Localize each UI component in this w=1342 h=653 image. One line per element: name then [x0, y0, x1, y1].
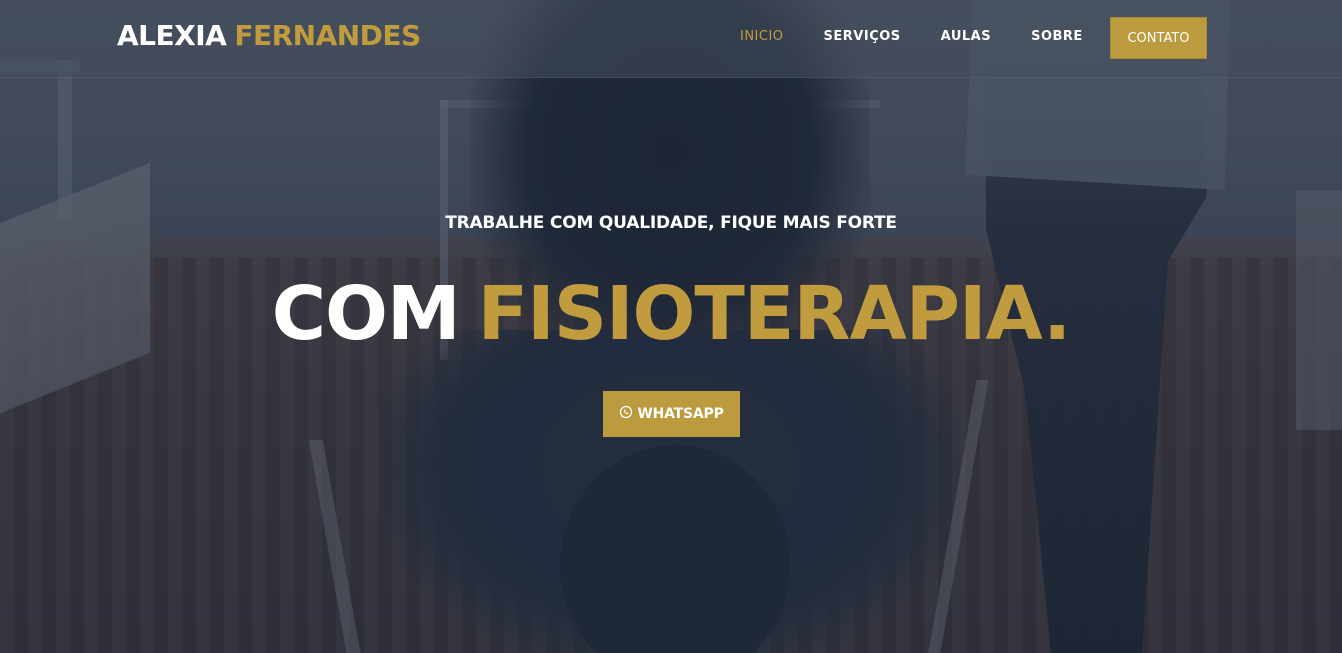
nav-item-inicio[interactable]: INICIO	[740, 28, 784, 46]
navbar: ALEXIA FERNANDES INICIO SERVIÇOS AULAS SO…	[0, 0, 1342, 78]
brand-logo[interactable]: ALEXIA FERNANDES	[117, 18, 421, 54]
hero-headline: COM FISIOTERAPIA.	[0, 266, 1342, 362]
whatsapp-icon	[619, 405, 637, 423]
main-nav: INICIO SERVIÇOS AULAS SOBRE	[740, 28, 1083, 46]
nav-item-sobre[interactable]: SOBRE	[1031, 28, 1083, 46]
whatsapp-button-label: WHATSAPP	[637, 406, 724, 422]
headline-white-part: COM	[271, 271, 461, 357]
whatsapp-button[interactable]: WHATSAPP	[603, 391, 740, 437]
hero-section: ALEXIA FERNANDES INICIO SERVIÇOS AULAS SO…	[0, 0, 1342, 653]
hero-tagline: TRABALHE COM QUALIDADE, FIQUE MAIS FORTE	[445, 213, 897, 233]
headline-gold-part: FISIOTERAPIA.	[477, 271, 1072, 357]
contact-button[interactable]: CONTATO	[1110, 17, 1207, 59]
brand-last-name: FERNANDES	[234, 19, 421, 52]
nav-item-servicos[interactable]: SERVIÇOS	[824, 28, 901, 46]
brand-first-name: ALEXIA	[117, 19, 227, 52]
nav-item-aulas[interactable]: AULAS	[941, 28, 991, 46]
